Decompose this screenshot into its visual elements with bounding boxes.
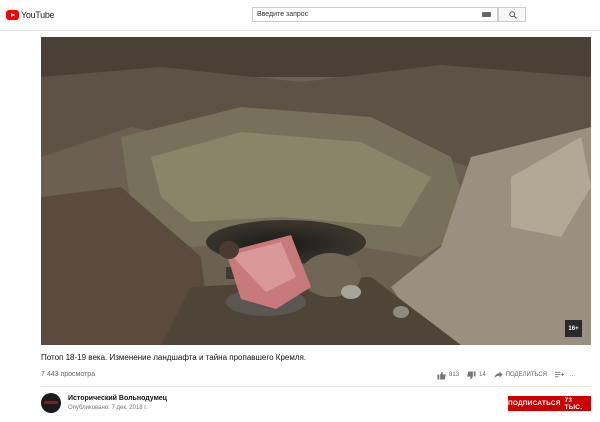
publish-date: Опубликовано: 7 дек. 2018 г. <box>68 405 148 411</box>
add-to-playlist-icon[interactable] <box>555 371 565 379</box>
logo-text: YouTube <box>21 10 55 20</box>
search-button[interactable] <box>498 7 526 22</box>
subscribe-label: ПОДПИСАТЬСЯ <box>508 400 561 407</box>
divider <box>41 386 591 387</box>
thumbs-down-icon[interactable] <box>467 370 476 380</box>
dislike-count: 14 <box>479 372 486 378</box>
youtube-logo[interactable]: YouTube <box>6 8 55 22</box>
channel-avatar[interactable] <box>41 393 61 413</box>
video-player[interactable]: 16+ <box>41 37 591 345</box>
subscribe-button[interactable]: ПОДПИСАТЬСЯ 73 ТЫС. <box>508 396 591 411</box>
like-count: 813 <box>449 372 460 378</box>
keyboard-icon[interactable] <box>482 12 491 17</box>
more-actions-button[interactable]: ... <box>570 372 575 378</box>
masthead: YouTube Введите запрос <box>0 0 600 31</box>
search-icon <box>509 11 517 19</box>
channel-name[interactable]: Исторический Вольнодумец <box>68 395 167 402</box>
search-placeholder: Введите запрос <box>257 11 309 18</box>
share-button-label[interactable]: ПОДЕЛИТЬСЯ <box>506 372 547 378</box>
search-input[interactable]: Введите запрос <box>252 7 498 22</box>
share-icon[interactable] <box>494 371 503 379</box>
subscriber-count: 73 ТЫС. <box>564 396 583 411</box>
thumbs-up-icon[interactable] <box>437 371 446 380</box>
play-logo-icon <box>6 10 19 20</box>
video-frame <box>41 37 591 345</box>
video-title: Потоп 18-19 века. Изменение ландшафта и … <box>41 353 307 362</box>
view-count: 7 443 просмотра <box>41 371 96 378</box>
video-actions: 813 14 ПОДЕЛИТЬСЯ ... <box>437 370 575 380</box>
age-rating-badge: 16+ <box>565 320 582 337</box>
